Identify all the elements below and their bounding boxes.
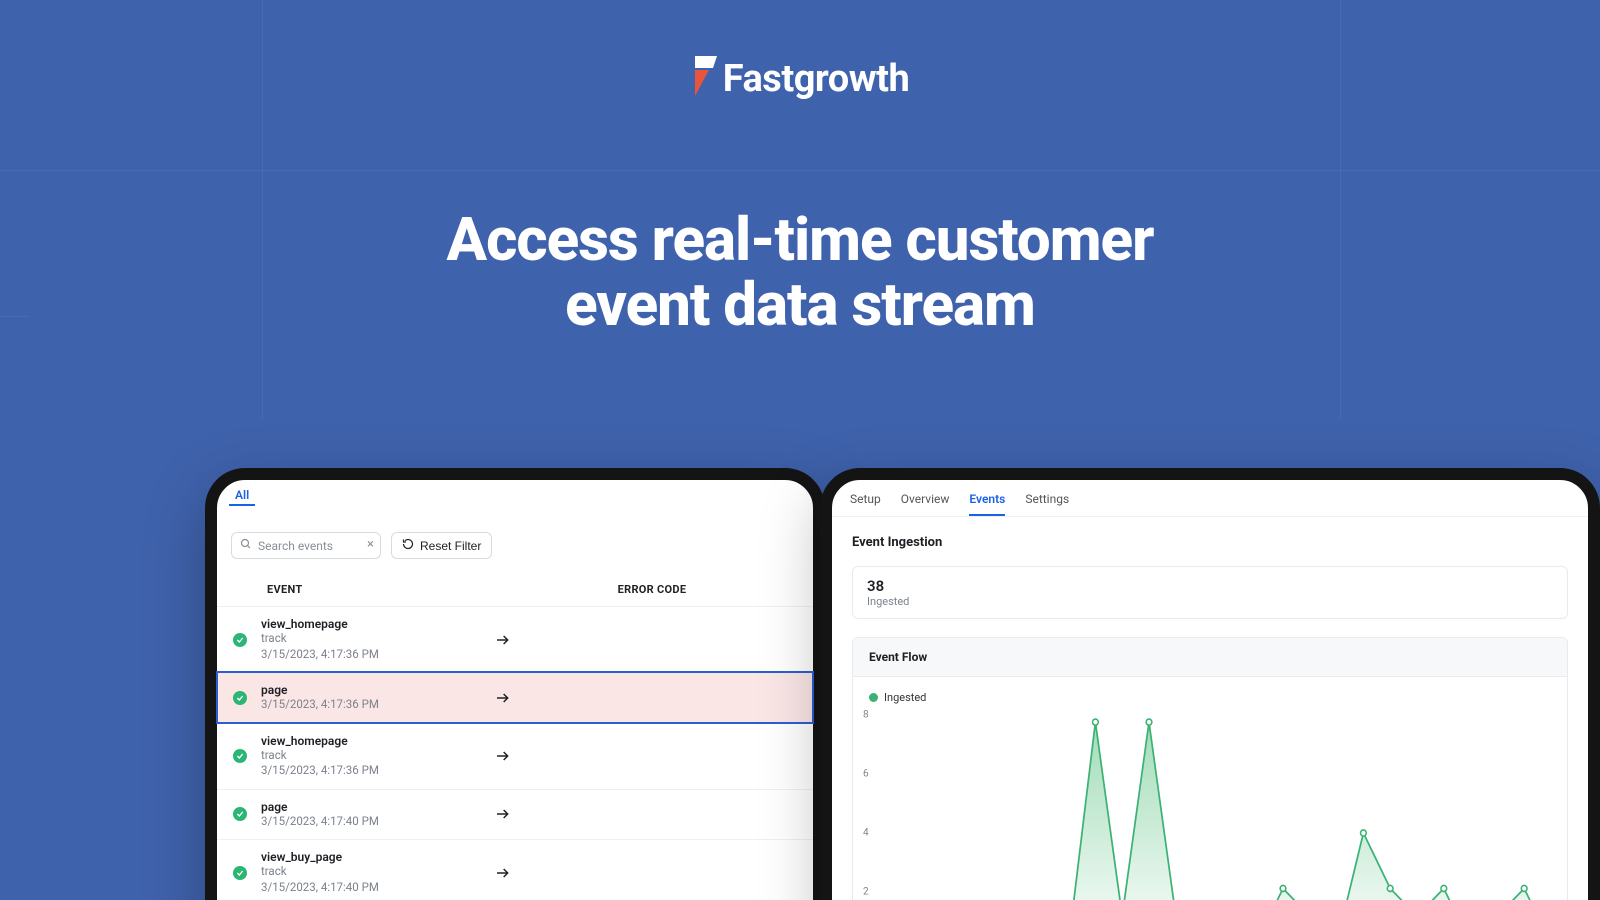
reset-filter-label: Reset Filter <box>420 539 481 553</box>
status-success-icon <box>233 866 247 880</box>
brand-mark-icon <box>691 56 721 102</box>
arrow-right-icon <box>491 690 797 706</box>
event-type: track <box>261 864 491 880</box>
arrow-right-icon <box>491 865 797 881</box>
clear-icon[interactable]: × <box>367 537 374 552</box>
y-axis-tick: 2 <box>863 887 869 898</box>
brand-name: Fastgrowth <box>723 57 910 101</box>
reset-filter-button[interactable]: Reset Filter <box>391 532 492 559</box>
table-row[interactable]: page3/15/2023, 4:17:36 PM <box>217 672 813 723</box>
hero-heading: Access real-time customer event data str… <box>0 208 1600 338</box>
column-event: EVENT <box>267 583 507 596</box>
events-table-header: EVENT ERROR CODE <box>217 573 813 606</box>
tab-setup[interactable]: Setup <box>850 488 881 516</box>
tab-all[interactable]: All <box>229 486 255 506</box>
event-name: page <box>261 800 491 814</box>
status-success-icon <box>233 691 247 705</box>
status-success-icon <box>233 807 247 821</box>
events-top-tabs: All <box>217 480 813 506</box>
event-meta: page3/15/2023, 4:17:40 PM <box>261 800 491 830</box>
event-name: page <box>261 683 491 697</box>
event-type: track <box>261 748 491 764</box>
legend-swatch-icon <box>869 693 878 702</box>
event-meta: view_buy_pagetrack3/15/2023, 4:17:40 PM <box>261 850 491 895</box>
stat-card-ingested: 38 Ingested <box>852 566 1568 619</box>
event-timestamp: 3/15/2023, 4:17:40 PM <box>261 814 491 830</box>
chart-title: Event Flow <box>853 638 1567 677</box>
brand-logo: Fastgrowth <box>0 56 1600 102</box>
arrow-right-icon <box>491 806 797 822</box>
event-meta: page3/15/2023, 4:17:36 PM <box>261 683 491 713</box>
chart-legend: Ingested <box>853 677 1567 708</box>
event-timestamp: 3/15/2023, 4:17:36 PM <box>261 697 491 713</box>
event-timestamp: 3/15/2023, 4:17:36 PM <box>261 647 491 663</box>
table-row[interactable]: view_homepagetrack3/15/2023, 4:17:36 PM <box>217 606 813 672</box>
ingestion-tabs: Setup Overview Events Settings <box>832 480 1588 517</box>
arrow-right-icon <box>491 748 797 764</box>
stat-label: Ingested <box>867 595 1553 608</box>
event-timestamp: 3/15/2023, 4:17:40 PM <box>261 880 491 896</box>
refresh-icon <box>402 538 414 553</box>
section-title: Event Ingestion <box>832 517 1588 556</box>
chart-plot-area: 8 6 4 2 <box>853 708 1567 900</box>
y-axis-tick: 4 <box>863 828 869 839</box>
ingestion-panel: Setup Overview Events Settings Event Ingest… <box>820 468 1600 900</box>
tab-settings[interactable]: Settings <box>1025 488 1069 516</box>
events-toolbar: Search events × Reset Filter <box>217 506 813 573</box>
search-icon <box>240 538 252 553</box>
column-error-code: ERROR CODE <box>507 583 797 596</box>
table-row[interactable]: view_buy_pagetrack3/15/2023, 4:17:40 PM <box>217 839 813 900</box>
legend-label: Ingested <box>884 691 926 704</box>
search-input[interactable]: Search events × <box>231 532 381 559</box>
arrow-right-icon <box>491 632 797 648</box>
events-table-body: view_homepagetrack3/15/2023, 4:17:36 PMp… <box>217 606 813 900</box>
event-name: view_buy_page <box>261 850 491 864</box>
event-name: view_homepage <box>261 617 491 631</box>
events-panel: All Search events × Reset Filter EVENT E… <box>205 468 825 900</box>
event-timestamp: 3/15/2023, 4:17:36 PM <box>261 763 491 779</box>
y-axis-tick: 8 <box>863 709 869 720</box>
hero-line-1: Access real-time customer <box>0 208 1600 273</box>
hero-line-2: event data stream <box>0 273 1600 338</box>
y-axis-tick: 6 <box>863 768 869 779</box>
table-row[interactable]: page3/15/2023, 4:17:40 PM <box>217 789 813 840</box>
event-type: track <box>261 631 491 647</box>
event-meta: view_homepagetrack3/15/2023, 4:17:36 PM <box>261 617 491 662</box>
status-success-icon <box>233 749 247 763</box>
event-name: view_homepage <box>261 734 491 748</box>
decorative-line <box>0 170 1600 171</box>
search-placeholder: Search events <box>258 539 333 553</box>
event-flow-chart: Event Flow Ingested 8 6 4 2 <box>852 637 1568 900</box>
event-meta: view_homepagetrack3/15/2023, 4:17:36 PM <box>261 734 491 779</box>
tab-events[interactable]: Events <box>969 488 1005 516</box>
stat-value: 38 <box>867 577 1553 595</box>
table-row[interactable]: view_homepagetrack3/15/2023, 4:17:36 PM <box>217 723 813 789</box>
tab-overview[interactable]: Overview <box>901 488 950 516</box>
status-success-icon <box>233 633 247 647</box>
